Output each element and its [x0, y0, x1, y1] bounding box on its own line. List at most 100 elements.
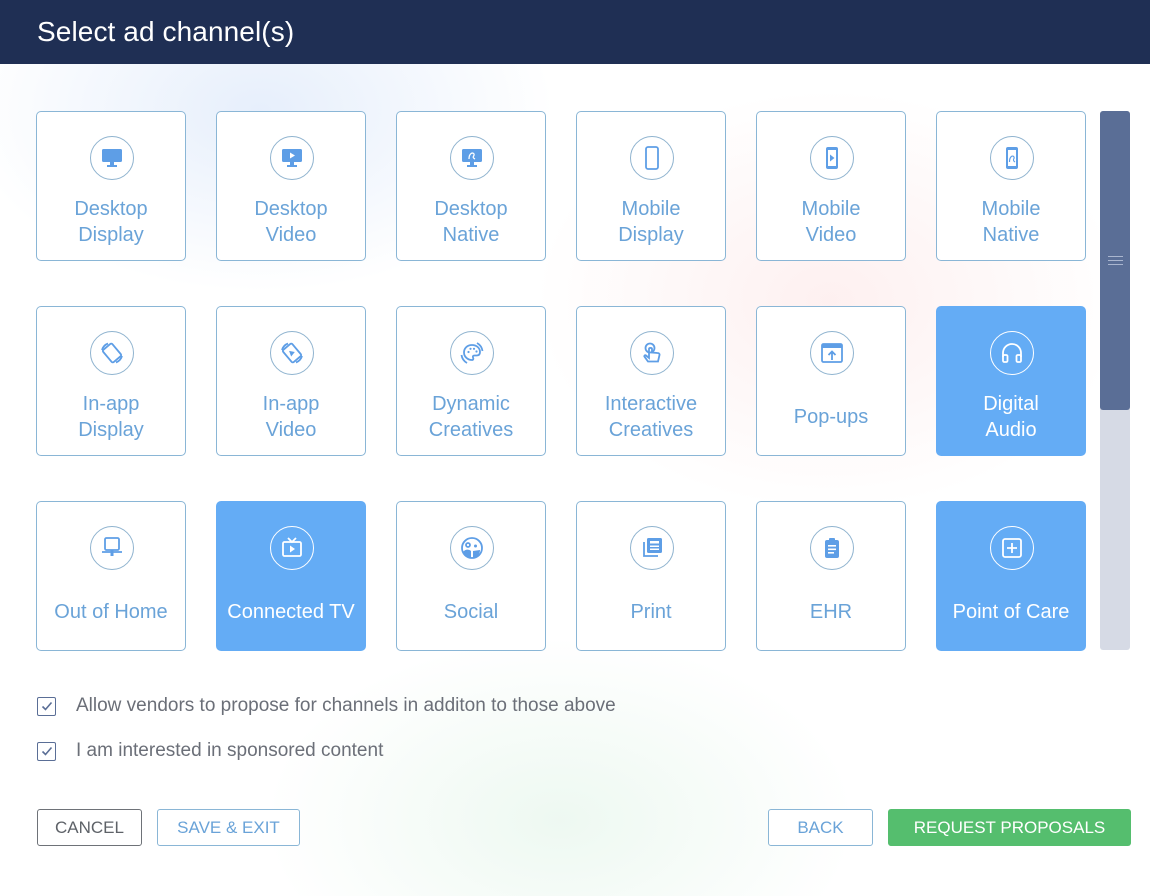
channel-label: Mobile Video [757, 196, 905, 248]
channel-label-line-2: Display [78, 224, 144, 246]
channel-label-line-2: Native [442, 224, 500, 246]
mobile-native-icon [990, 136, 1034, 180]
channel-tile-digital-audio[interactable]: Digital Audio [936, 306, 1086, 456]
channel-tile-connected-tv[interactable]: Connected TV [216, 501, 366, 651]
channel-tile-mobile-video[interactable]: Mobile Video [756, 111, 906, 261]
channel-label-line-1: Point of Care [952, 601, 1070, 623]
clipboard-icon [810, 526, 854, 570]
channel-label-line-1: In-app [262, 393, 320, 415]
channel-label-line-1: Desktop [254, 198, 328, 220]
channel-label: EHR [757, 599, 905, 625]
sponsored-content-label: I am interested in sponsored content [76, 740, 384, 761]
channel-label-line-1: Dynamic [432, 393, 510, 415]
channel-tile-point-of-care[interactable]: Point of Care [936, 501, 1086, 651]
channel-label-line-1: Mobile [621, 198, 681, 220]
channel-label-line-2: Native [982, 224, 1040, 246]
allow-vendors-checkbox[interactable] [37, 696, 56, 716]
rotate-device-icon [90, 331, 134, 375]
channel-label-line-1: Print [630, 601, 672, 623]
desktop-video-icon [270, 136, 314, 180]
channel-label: Pop-ups [757, 404, 905, 430]
allow-vendors-option[interactable]: Allow vendors to propose for channels in… [37, 695, 616, 717]
channel-label-line-1: Mobile [801, 198, 861, 220]
channel-label-line-1: Digital [983, 393, 1039, 415]
back-button[interactable]: BACK [768, 809, 873, 846]
channel-tile-out-of-home[interactable]: Out of Home [36, 501, 186, 651]
channel-tile-desktop-native[interactable]: Desktop Native [396, 111, 546, 261]
save-exit-button[interactable]: SAVE & EXIT [157, 809, 300, 846]
palette-icon [450, 331, 494, 375]
desktop-monitor-icon [90, 136, 134, 180]
channel-label-line-1: Pop-ups [793, 406, 869, 428]
channel-label-line-1: EHR [809, 601, 853, 623]
channel-tile-ehr[interactable]: EHR [756, 501, 906, 651]
channel-grid: Desktop Display Desktop Video Desktop Native M… [36, 111, 1086, 651]
checkmark-icon [41, 701, 52, 711]
channel-label: Digital Audio [937, 391, 1085, 443]
channel-label: Point of Care [937, 599, 1085, 625]
cancel-button[interactable]: CANCEL [37, 809, 142, 846]
checkmark-icon [41, 746, 52, 756]
page-header: Select ad channel(s) [0, 0, 1150, 64]
headphones-icon [990, 331, 1034, 375]
channel-label-line-2: Audio [985, 419, 1037, 441]
channel-tile-mobile-native[interactable]: Mobile Native [936, 111, 1086, 261]
request-proposals-button[interactable]: REQUEST PROPOSALS [888, 809, 1131, 846]
channel-label-line-2: Display [618, 224, 684, 246]
channel-label-line-2: Video [265, 419, 317, 441]
desktop-native-icon [450, 136, 494, 180]
social-faces-icon [450, 526, 494, 570]
channel-label-line-1: Mobile [981, 198, 1041, 220]
allow-vendors-label: Allow vendors to propose for channels in… [76, 695, 616, 716]
sponsored-content-checkbox[interactable] [37, 741, 56, 761]
channel-label: Connected TV [217, 599, 365, 625]
channel-tile-print[interactable]: Print [576, 501, 726, 651]
mobile-phone-icon [630, 136, 674, 180]
channel-tile-social[interactable]: Social [396, 501, 546, 651]
channel-label-line-2: Creatives [608, 419, 694, 441]
channel-label: Social [397, 599, 545, 625]
channel-label-line-1: In-app [82, 393, 140, 415]
channel-label: Mobile Native [937, 196, 1085, 248]
channel-label: In-app Video [217, 391, 365, 443]
medical-plus-icon [990, 526, 1034, 570]
channel-label-line-1: Out of Home [54, 601, 168, 623]
channel-label-line-2: Creatives [428, 419, 514, 441]
scrollbar-track[interactable] [1100, 111, 1130, 650]
billboard-icon [90, 526, 134, 570]
channel-label-line-1: Desktop [74, 198, 148, 220]
channel-label-line-2: Video [805, 224, 857, 246]
channel-label-line-1: Social [443, 601, 499, 623]
rotate-device-video-icon [270, 331, 314, 375]
channel-label: In-app Display [37, 391, 185, 443]
channel-tile-in-app-display[interactable]: In-app Display [36, 306, 186, 456]
channel-label: Out of Home [37, 599, 185, 625]
channel-tile-desktop-display[interactable]: Desktop Display [36, 111, 186, 261]
popup-window-icon [810, 331, 854, 375]
channel-tile-pop-ups[interactable]: Pop-ups [756, 306, 906, 456]
channel-tile-desktop-video[interactable]: Desktop Video [216, 111, 366, 261]
touch-hand-icon [630, 331, 674, 375]
sponsored-content-option[interactable]: I am interested in sponsored content [37, 740, 383, 762]
channel-label-line-2: Display [78, 419, 144, 441]
channel-tile-in-app-video[interactable]: In-app Video [216, 306, 366, 456]
channel-label: Mobile Display [577, 196, 725, 248]
channel-tile-interactive-creatives[interactable]: Interactive Creatives [576, 306, 726, 456]
channel-label: Desktop Native [397, 196, 545, 248]
mobile-video-icon [810, 136, 854, 180]
channel-label-line-2: Video [265, 224, 317, 246]
channel-label-line-1: Connected TV [227, 601, 355, 623]
scrollbar-thumb[interactable] [1100, 111, 1130, 410]
newspaper-icon [630, 526, 674, 570]
page-title: Select ad channel(s) [37, 16, 295, 47]
channel-label: Interactive Creatives [577, 391, 725, 443]
tv-icon [270, 526, 314, 570]
channel-tile-mobile-display[interactable]: Mobile Display [576, 111, 726, 261]
channel-label: Print [577, 599, 725, 625]
channel-tile-dynamic-creatives[interactable]: Dynamic Creatives [396, 306, 546, 456]
grip-icon [1107, 256, 1123, 265]
channel-label: Dynamic Creatives [397, 391, 545, 443]
channel-label: Desktop Video [217, 196, 365, 248]
channel-label-line-1: Desktop [434, 198, 508, 220]
channel-label: Desktop Display [37, 196, 185, 248]
